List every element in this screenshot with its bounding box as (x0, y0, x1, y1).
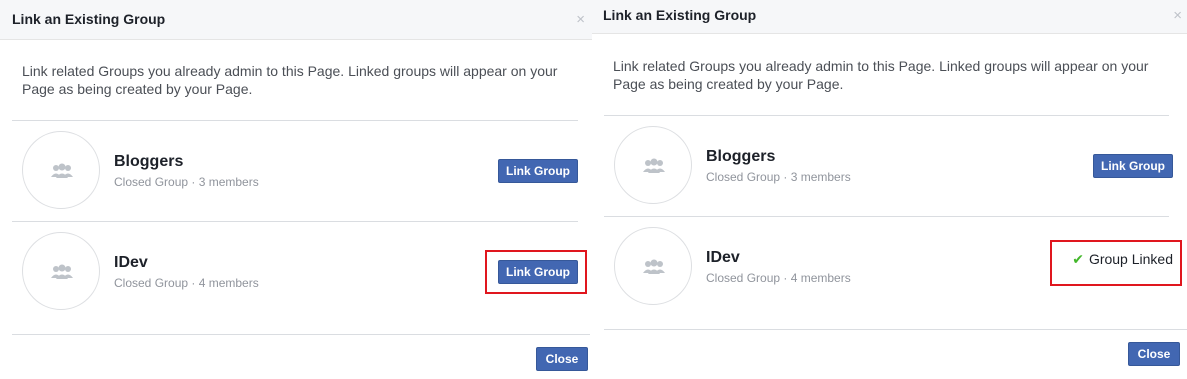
dialog-header: Link an Existing Group × (0, 0, 592, 40)
highlight-box (485, 250, 587, 294)
group-icon (51, 264, 73, 279)
link-group-button[interactable]: Link Group (498, 159, 578, 183)
dialog-title: Link an Existing Group (603, 7, 757, 23)
dialog-description: Link related Groups you already admin to… (22, 63, 558, 97)
link-group-dialog-before: Link an Existing Group × Link related Gr… (0, 0, 592, 379)
group-meta: Closed Group · 4 members (706, 271, 851, 285)
group-row-bloggers: Bloggers Closed Group · 3 members Link G… (12, 121, 578, 221)
close-icon[interactable]: × (576, 12, 585, 27)
link-group-dialog-after: Link an Existing Group × Link related Gr… (592, 0, 1187, 379)
group-meta: Closed Group · 4 members (114, 276, 259, 290)
group-name: IDev (706, 249, 740, 266)
group-icon (643, 259, 665, 274)
close-button[interactable]: Close (536, 347, 588, 371)
dialog-title: Link an Existing Group (12, 11, 166, 27)
group-meta: Closed Group · 3 members (706, 170, 851, 184)
group-avatar (22, 131, 100, 209)
group-meta: Closed Group · 3 members (114, 175, 259, 189)
group-row-bloggers: Bloggers Closed Group · 3 members Link G… (604, 116, 1173, 216)
group-name: Bloggers (706, 148, 776, 165)
footer-divider (12, 334, 590, 335)
link-group-button[interactable]: Link Group (1093, 154, 1173, 178)
group-avatar (614, 126, 692, 204)
close-button[interactable]: Close (1128, 342, 1180, 366)
highlight-box (1050, 240, 1182, 286)
group-avatar (22, 232, 100, 310)
group-avatar (614, 227, 692, 305)
dialog-header: Link an Existing Group × (592, 0, 1187, 34)
group-name: IDev (114, 254, 148, 271)
dialog-description: Link related Groups you already admin to… (613, 58, 1149, 92)
group-icon (51, 163, 73, 178)
close-icon[interactable]: × (1173, 8, 1182, 23)
group-icon (643, 158, 665, 173)
group-name: Bloggers (114, 153, 184, 170)
footer-divider (604, 329, 1187, 330)
